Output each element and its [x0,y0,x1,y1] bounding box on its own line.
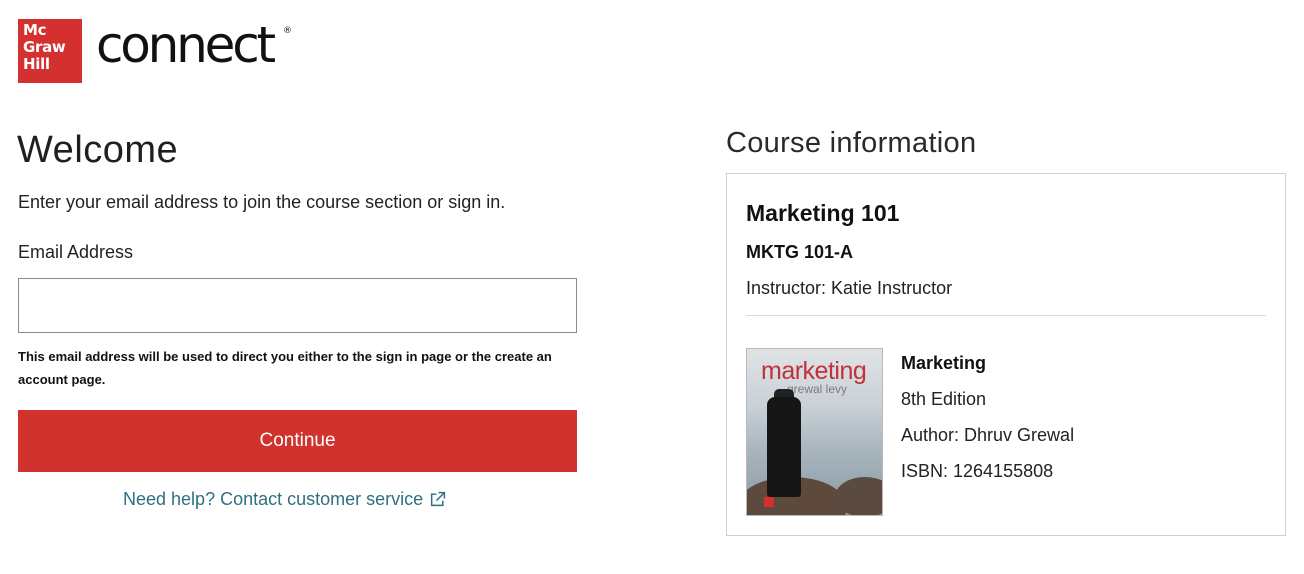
book-isbn: ISBN: 1264155808 [901,461,1054,481]
book-title: Marketing [901,353,987,373]
cover-rock [835,477,882,515]
book-author: Author: Dhruv Grewal [901,425,1075,445]
course-instructor: Instructor: Katie Instructor [746,278,953,298]
course-info-heading: Course information [726,127,977,159]
email-hint: This email address will be used to direc… [18,349,552,387]
customer-service-link-label: Need help? Contact customer service [123,489,424,509]
course-title: Marketing 101 [746,200,900,226]
book-cover-image: marketing grewal levy [746,348,883,516]
continue-button[interactable]: Continue [18,410,577,472]
book-edition: 8th Edition [901,389,987,409]
email-label: Email Address [18,242,134,262]
logo-line: Mc [23,21,47,39]
email-field[interactable] [18,278,577,333]
cover-publisher-logo [764,497,774,507]
course-section: MKTG 101-A [746,242,854,262]
external-link-icon [431,491,446,506]
mcgraw-hill-logo: Mc Graw Hill [18,19,82,83]
book-cover-authors: grewal levy [787,382,848,396]
divider [746,315,1266,316]
book-cover-title: marketing [761,357,867,385]
course-info-card: Marketing 101 MKTG 101-A Instructor: Kat… [726,173,1286,536]
logo-line: Hill [23,55,50,73]
cover-bottle [767,397,801,497]
intro-text: Enter your email address to join the cou… [18,192,506,212]
logo-line: Graw [23,38,66,56]
registered-mark: ® [283,26,292,36]
page-title: Welcome [17,129,179,171]
connect-wordmark: connect [96,16,276,74]
customer-service-link[interactable]: Need help? Contact customer service [123,487,446,511]
